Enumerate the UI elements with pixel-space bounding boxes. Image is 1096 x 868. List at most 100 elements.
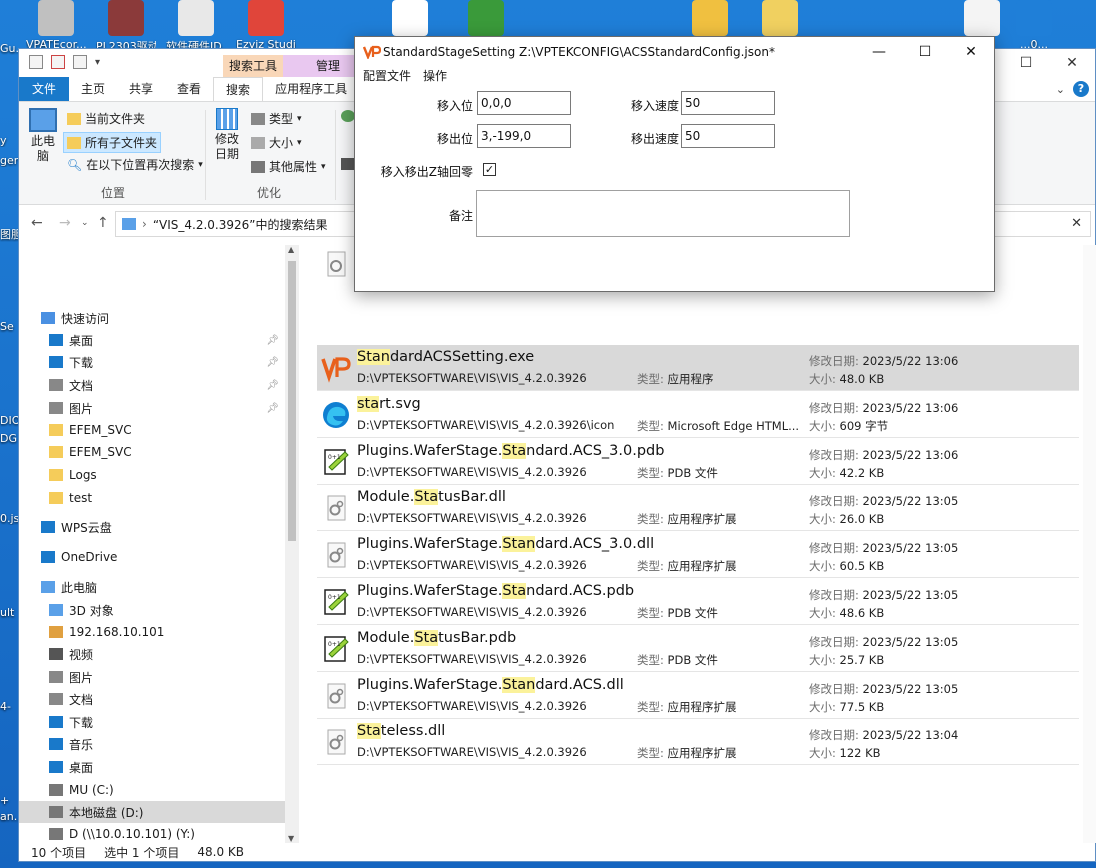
table-row[interactable]: Stateless.dll D:\VPTEKSOFTWARE\VIS\VIS_4.… <box>317 719 1079 766</box>
nav-item[interactable]: 快速访问 <box>19 307 285 329</box>
size-button[interactable]: 大小 ▾ <box>251 134 302 151</box>
table-row[interactable]: Plugins.WaferStage.Standard.ACS.dll D:\VP… <box>317 673 1079 719</box>
file-modified-value: 2023/5/22 13:05 <box>862 494 959 509</box>
nav-item[interactable]: 下载 <box>19 711 285 733</box>
desktop-icon[interactable]: PL2303驱动 <box>96 0 156 54</box>
nav-item[interactable]: 桌面 📌︎ <box>19 329 285 351</box>
chevron-down-icon[interactable]: ▼ <box>288 834 294 843</box>
nav-item[interactable]: 192.168.10.101 <box>19 621 285 643</box>
nav-item[interactable]: 视频 <box>19 643 285 665</box>
file-modified-label: 修改日期: <box>809 447 859 462</box>
tab-app-tools[interactable]: 应用程序工具 <box>263 77 359 101</box>
kind-button[interactable]: 类型 ▾ <box>251 110 302 127</box>
nav-item[interactable]: EFEM_SVC <box>19 419 285 441</box>
nav-item[interactable]: 3D 对象 <box>19 599 285 621</box>
help-icon[interactable]: ? <box>1073 81 1089 97</box>
desktop-icon[interactable] <box>680 0 740 38</box>
desktop-icon[interactable]: VPATEcor... <box>26 0 86 51</box>
up-icon[interactable]: ↑ <box>97 215 109 231</box>
desktop-icon[interactable]: 软件硬件ID... <box>166 0 226 54</box>
undo-icon[interactable] <box>73 55 87 69</box>
tab-file[interactable]: 文件 <box>19 77 69 101</box>
pin-icon[interactable]: 📌︎ <box>266 403 279 414</box>
nav-item[interactable]: 图片 📌︎ <box>19 397 285 419</box>
results-scrollbar[interactable] <box>1083 245 1096 843</box>
table-row[interactable]: Plugins.WaferStage.Standard.ACS_3.0.dll D… <box>317 532 1079 579</box>
pin-icon[interactable]: 📌︎ <box>266 335 279 346</box>
nav-scrollbar[interactable]: ▲ ▼ <box>285 245 299 843</box>
modified-date-button[interactable]: 修改 日期 <box>215 108 239 162</box>
file-type-value: 应用程序扩展 <box>667 512 737 527</box>
menu-config-file[interactable]: 配置文件 <box>363 67 411 84</box>
close-search-icon[interactable]: ✕ <box>1071 216 1082 231</box>
file-modified-value: 2023/5/22 13:05 <box>862 541 959 556</box>
back-icon[interactable]: ← <box>31 215 43 231</box>
all-subfolders-button[interactable]: 所有子文件夹 <box>63 132 162 153</box>
close-icon[interactable]: ✕ <box>948 37 994 67</box>
nav-item[interactable]: 文档 📌︎ <box>19 374 285 396</box>
chevron-up-icon[interactable]: ▲ <box>288 245 294 254</box>
nav-item[interactable]: MU (C:) <box>19 779 285 801</box>
nav-item[interactable]: EFEM_SVC <box>19 441 285 463</box>
other-properties-button[interactable]: 其他属性 ▾ <box>251 158 326 175</box>
new-folder-icon[interactable] <box>51 55 65 69</box>
table-row[interactable]: 0+1 Plugins.WaferStage.Standard.ACS_3.0.p… <box>317 439 1079 485</box>
nav-item[interactable]: 此电脑 <box>19 576 285 598</box>
current-folder-button[interactable]: 当前文件夹 <box>67 110 145 127</box>
table-row[interactable]: 0+1 Plugins.WaferStage.Standard.ACS.pdb D:… <box>317 579 1079 625</box>
chevron-down-icon[interactable]: ▾ <box>95 57 100 68</box>
nav-item[interactable]: Logs <box>19 464 285 486</box>
save-search-icon[interactable] <box>341 158 355 170</box>
table-row[interactable]: Module.StatusBar.dll D:\VPTEKSOFTWARE\VIS… <box>317 485 1079 532</box>
chevron-down-icon[interactable]: ⌄ <box>1056 83 1065 96</box>
nav-item[interactable]: OneDrive <box>19 546 285 568</box>
menu-operation[interactable]: 操作 <box>423 67 447 84</box>
desktop-icon[interactable] <box>952 0 1012 38</box>
folder-icon <box>49 626 63 638</box>
pin-icon[interactable]: 📌︎ <box>266 380 279 391</box>
search-again-button[interactable]: 🔍︎ 在以下位置再次搜索 ▾ <box>67 156 203 173</box>
table-row[interactable]: 0+1 Module.StatusBar.pdb D:\VPTEKSOFTWARE\… <box>317 626 1079 672</box>
desktop-icon[interactable]: ...0... <box>1004 0 1064 51</box>
move-in-speed-input[interactable] <box>681 91 775 115</box>
nav-item[interactable]: 本地磁盘 (D:) <box>19 801 285 823</box>
tab-home[interactable]: 主页 <box>69 77 117 101</box>
nav-item-label: EFEM_SVC <box>69 423 132 437</box>
app-icon <box>468 0 504 36</box>
minimize-icon[interactable]: — <box>856 37 902 67</box>
table-row[interactable]: start.svg D:\VPTEKSOFTWARE\VIS\VIS_4.2.0.… <box>317 392 1079 438</box>
nav-item[interactable]: WPS云盘 <box>19 516 285 538</box>
notes-textarea[interactable] <box>476 190 850 237</box>
desktop-icon[interactable] <box>750 0 810 38</box>
this-pc-button[interactable]: 此电 脑 <box>29 108 57 164</box>
desktop-icon[interactable] <box>456 0 516 38</box>
tab-share[interactable]: 共享 <box>117 77 165 101</box>
nav-item[interactable]: 文档 <box>19 688 285 710</box>
tab-view[interactable]: 查看 <box>165 77 213 101</box>
desktop-icon[interactable]: Ezviz Studio <box>236 0 296 51</box>
nav-item[interactable]: 图片 <box>19 666 285 688</box>
tab-search[interactable]: 搜索 <box>213 77 264 101</box>
move-out-pos-input[interactable] <box>477 124 571 148</box>
close-icon[interactable]: ✕ <box>1049 49 1095 77</box>
chevron-down-icon[interactable]: ⌄ <box>81 218 89 228</box>
nav-item[interactable]: 下载 📌︎ <box>19 351 285 373</box>
recent-searches-icon[interactable] <box>341 110 355 122</box>
file-size: 大小: 60.5 KB <box>809 558 884 574</box>
maximize-icon[interactable]: ☐ <box>1003 49 1049 77</box>
pin-icon[interactable]: 📌︎ <box>266 357 279 368</box>
dialog-title: StandardStageSetting Z:\VPTEKCONFIG\ACSS… <box>383 45 775 59</box>
z-home-checkbox[interactable]: ✓ <box>483 163 496 176</box>
nav-item[interactable]: D (\\10.0.10.101) (Y:) <box>19 823 285 845</box>
move-in-pos-input[interactable] <box>477 91 571 115</box>
table-row[interactable]: StandardACSSetting.exe D:\VPTEKSOFTWARE\V… <box>317 345 1079 391</box>
file-type-value: 应用程序扩展 <box>667 559 737 574</box>
nav-item[interactable]: test <box>19 487 285 509</box>
nav-scroll-thumb[interactable] <box>288 261 296 541</box>
nav-item[interactable]: 音乐 <box>19 733 285 755</box>
forward-icon[interactable]: → <box>59 215 71 231</box>
move-out-speed-input[interactable] <box>681 124 775 148</box>
properties-icon[interactable] <box>29 55 43 69</box>
nav-item[interactable]: 桌面 <box>19 756 285 778</box>
maximize-icon[interactable]: ☐ <box>902 37 948 67</box>
